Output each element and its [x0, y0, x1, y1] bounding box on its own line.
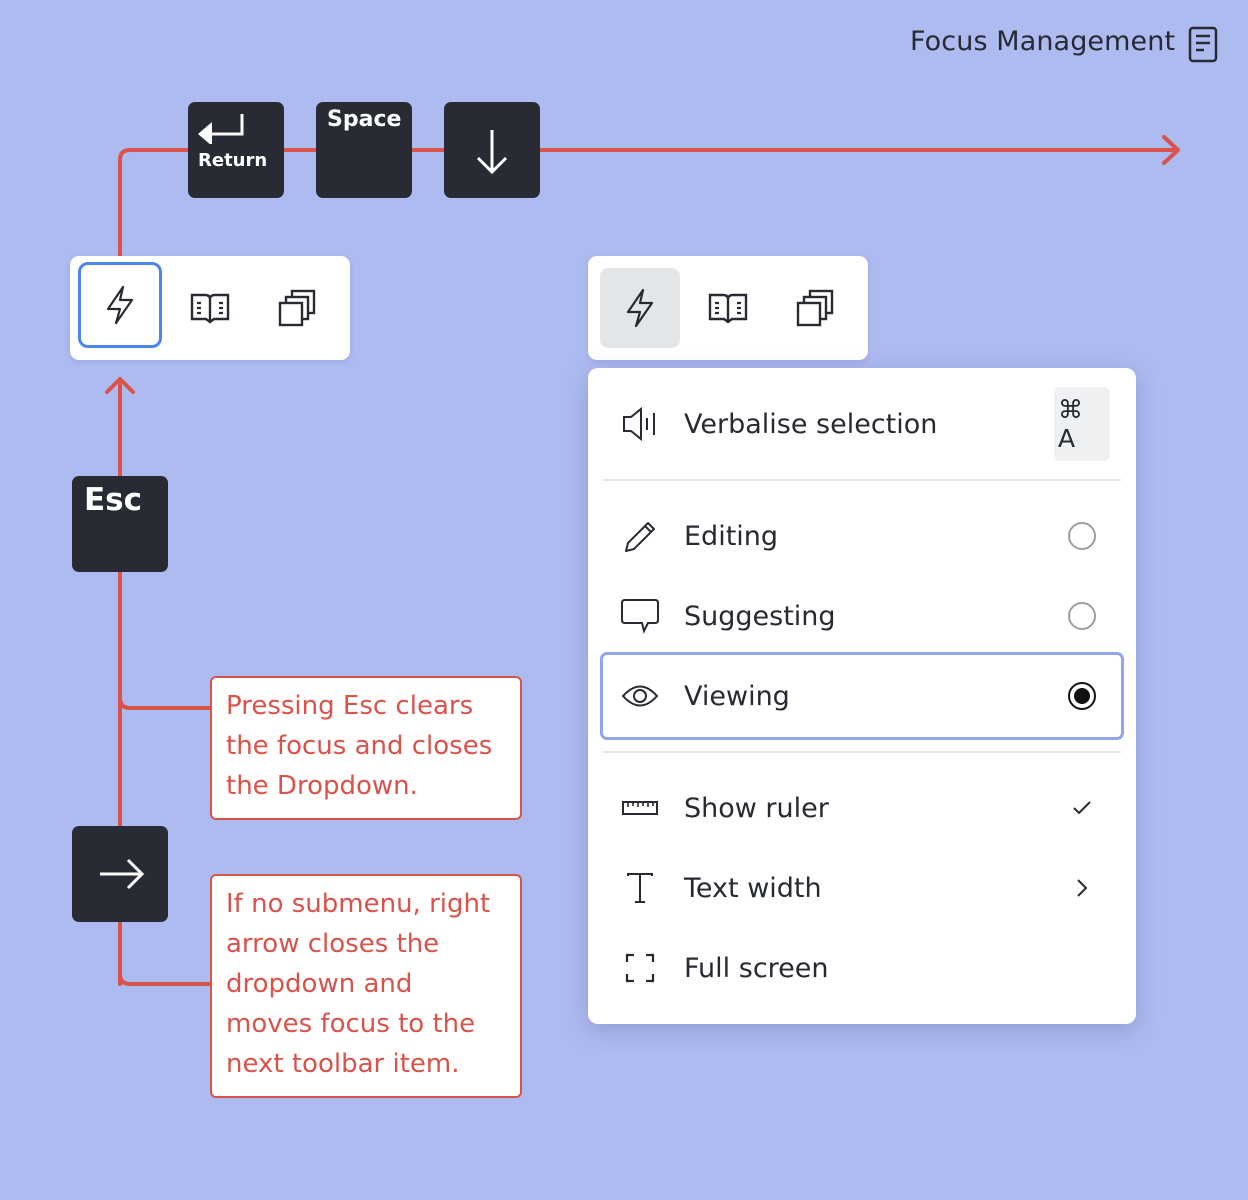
- menu-item-text-width[interactable]: Text width: [600, 845, 1124, 931]
- radio-suggesting[interactable]: [1068, 602, 1096, 630]
- eye-icon: [614, 683, 666, 709]
- flow-arrowhead-right: [1162, 135, 1180, 165]
- radio-editing[interactable]: [1068, 522, 1096, 550]
- toolbar-focused: [70, 256, 350, 360]
- copy-icon: [796, 289, 834, 327]
- menu-item-show-ruler[interactable]: Show ruler: [600, 765, 1124, 851]
- check-icon: [1054, 800, 1110, 816]
- comment-icon: [614, 598, 666, 634]
- key-esc-label: Esc: [84, 482, 143, 518]
- toolbar-button-copies[interactable]: [776, 268, 856, 348]
- lightning-icon: [106, 285, 134, 325]
- speaker-icon: [614, 407, 666, 441]
- document-icon: [1188, 26, 1218, 63]
- menu-item-label: Text width: [684, 872, 822, 904]
- shortcut-badge: ⌘ A: [1054, 387, 1110, 461]
- book-icon: [190, 293, 230, 324]
- menu-item-label: Show ruler: [684, 792, 829, 824]
- toolbar-open: [588, 256, 868, 360]
- toolbar-button-reader[interactable]: [170, 268, 250, 348]
- menu-divider: [603, 479, 1121, 481]
- flow-branch-right: [118, 972, 214, 986]
- radio-viewing[interactable]: [1068, 682, 1096, 710]
- lightning-icon: [626, 288, 654, 328]
- chevron-right-icon: [1054, 878, 1110, 898]
- copy-icon: [278, 289, 316, 327]
- key-down: [444, 102, 540, 198]
- toolbar-button-actions[interactable]: [600, 268, 680, 348]
- book-icon: [708, 293, 748, 324]
- dropdown-menu: Verbalise selection ⌘ A Editing Suggesti…: [588, 368, 1136, 1024]
- toolbar-button-copies[interactable]: [258, 268, 338, 348]
- flow-branch-esc: [118, 696, 214, 710]
- key-esc: Esc: [72, 476, 168, 572]
- key-return-label: Return: [198, 150, 268, 171]
- toolbar-button-reader[interactable]: [688, 268, 768, 348]
- menu-item-label: Editing: [684, 520, 779, 552]
- menu-item-suggesting[interactable]: Suggesting: [600, 573, 1124, 659]
- fullscreen-icon: [614, 953, 666, 983]
- menu-item-editing[interactable]: Editing: [600, 493, 1124, 579]
- arrow-right-icon: [100, 858, 145, 890]
- toolbar-button-actions[interactable]: [78, 262, 162, 348]
- note-right-arrow: If no submenu, right arrow closes the dr…: [210, 874, 522, 1098]
- return-arrow-icon: [198, 114, 244, 144]
- menu-divider: [603, 751, 1121, 753]
- arrow-down-icon: [476, 130, 508, 175]
- menu-item-label: Full screen: [684, 952, 829, 984]
- key-return: Return: [188, 102, 284, 198]
- menu-item-label: Suggesting: [684, 600, 836, 632]
- pencil-icon: [614, 518, 666, 554]
- menu-item-label: Verbalise selection: [684, 408, 938, 440]
- key-space-label: Space: [327, 107, 402, 132]
- menu-item-viewing[interactable]: Viewing: [600, 652, 1124, 740]
- menu-item-full-screen[interactable]: Full screen: [600, 925, 1124, 1011]
- key-right: [72, 826, 168, 922]
- ruler-icon: [614, 799, 666, 817]
- page-title: Focus Management: [910, 26, 1176, 57]
- menu-item-label: Viewing: [684, 680, 790, 712]
- key-space: Space: [316, 102, 412, 198]
- menu-item-verbalise[interactable]: Verbalise selection ⌘ A: [600, 381, 1124, 467]
- note-esc: Pressing Esc clears the focus and closes…: [210, 676, 522, 820]
- flow-arrowhead-up: [105, 377, 135, 394]
- text-icon: [614, 872, 666, 904]
